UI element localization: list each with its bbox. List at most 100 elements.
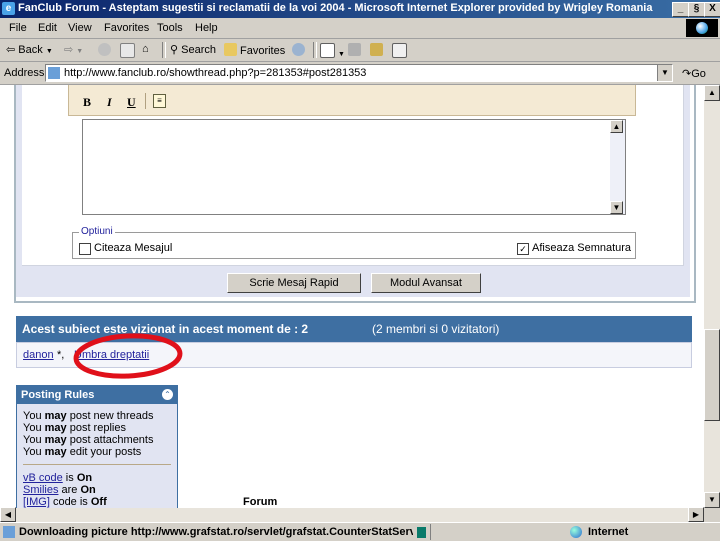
code-setting-line: vB code is On <box>23 472 93 484</box>
stop-icon <box>98 43 111 56</box>
options-fieldset: Optiuni Citeaza Mesajul ✓ Afiseaza Semna… <box>72 226 636 259</box>
quick-reply-button[interactable]: Scrie Mesaj Rapid <box>227 273 361 293</box>
window-title: FanClub Forum - Asteptam sugestii si rec… <box>18 2 653 14</box>
home-icon: ⌂ <box>142 43 149 55</box>
page-content: B I U ≡ ▲ ▼ Optiuni Citeaza Mesajul ✓ Af… <box>0 85 704 508</box>
posting-rules-box: Posting Rules ⌃ You may post new threads… <box>16 385 178 508</box>
address-dropdown-icon[interactable]: ▼ <box>657 65 672 81</box>
annotation-circle <box>73 333 183 379</box>
zone-label: Internet <box>588 526 629 538</box>
address-label: Address <box>4 67 45 79</box>
forward-button[interactable]: ⇨ ▼ <box>64 43 83 56</box>
address-field[interactable]: http://www.fanclub.ro/showthread.php?p=2… <box>45 64 673 82</box>
viewer-link-danon[interactable]: danon <box>23 349 54 361</box>
red-ellipse <box>73 333 183 379</box>
forum-label: Forum <box>243 496 278 508</box>
mail-icon <box>320 43 335 58</box>
signature-checkbox[interactable]: ✓ <box>517 243 529 255</box>
quote-checkbox[interactable] <box>79 243 91 255</box>
go-label: Go <box>691 68 706 80</box>
collapse-icon[interactable]: ⌃ <box>162 389 173 400</box>
forward-arrow-icon: ⇨ <box>64 44 74 56</box>
advanced-mode-button[interactable]: Modul Avansat <box>371 273 481 293</box>
search-button[interactable]: ⚲ Search <box>170 43 216 56</box>
discuss-icon <box>392 43 407 58</box>
chevron-down-icon: ▼ <box>45 48 53 55</box>
history-button[interactable] <box>292 43 308 57</box>
menu-edit[interactable]: Edit <box>38 22 57 34</box>
home-button[interactable]: ⌂ <box>142 43 149 55</box>
horizontal-scrollbar[interactable]: ◀ ▶ <box>0 507 704 522</box>
underline-button[interactable]: U <box>127 95 136 110</box>
ie-throbber-icon <box>686 19 718 37</box>
back-arrow-icon: ⇦ <box>6 44 16 56</box>
menu-bar: File Edit View Favorites Tools Help <box>0 18 720 39</box>
vertical-scrollbar[interactable]: ▲ ▼ <box>704 85 720 508</box>
page-icon <box>48 67 60 79</box>
code-setting-link[interactable]: vB code <box>23 472 63 484</box>
textarea-scroll-down-icon[interactable]: ▼ <box>610 201 623 214</box>
reply-button-row: Scrie Mesaj Rapid Modul Avansat <box>16 269 690 297</box>
posting-rule-line: You may post replies <box>23 422 126 434</box>
quick-reply-panel: B I U ≡ ▲ ▼ Optiuni Citeaza Mesajul ✓ Af… <box>16 85 690 297</box>
toolbar-separator <box>313 42 317 58</box>
options-legend: Optiuni <box>79 226 115 237</box>
scroll-up-icon[interactable]: ▲ <box>704 85 720 101</box>
menu-help[interactable]: Help <box>195 22 218 34</box>
edit-icon <box>370 43 383 56</box>
quote-checkbox-label: Citeaza Mesajul <box>94 242 173 254</box>
history-icon <box>292 43 305 56</box>
scroll-thumb[interactable] <box>704 329 720 421</box>
italic-button[interactable]: I <box>107 95 112 110</box>
close-button[interactable]: X <box>704 2 720 17</box>
posting-rule-line: You may edit your posts <box>23 446 142 458</box>
favorites-label: Favorites <box>240 45 286 57</box>
posting-rules-header[interactable]: Posting Rules ⌃ <box>17 386 177 404</box>
viewer-separator: *, <box>57 349 65 361</box>
internet-zone-icon <box>570 526 582 538</box>
discuss-button[interactable] <box>392 43 410 59</box>
refresh-icon <box>120 43 135 58</box>
edit-button[interactable] <box>370 43 386 57</box>
posting-rule-line: You may post attachments <box>23 434 154 446</box>
status-text: Downloading picture http://www.grafstat.… <box>19 526 413 538</box>
quote-icon[interactable]: ≡ <box>153 94 166 108</box>
scroll-right-icon[interactable]: ▶ <box>688 507 704 522</box>
code-setting-line: [IMG] code is Off <box>23 496 107 508</box>
bold-button[interactable]: B <box>83 95 91 110</box>
address-bar: Address http://www.fanclub.ro/showthread… <box>0 62 720 85</box>
textarea-scrollbar[interactable]: ▲ ▼ <box>610 120 625 214</box>
code-setting-link[interactable]: [IMG] <box>23 496 50 508</box>
address-url[interactable]: http://www.fanclub.ro/showthread.php?p=2… <box>64 67 366 79</box>
mail-button[interactable]: ▼ <box>320 43 345 59</box>
code-setting-link[interactable]: Smilies <box>23 484 58 496</box>
status-bar: Downloading picture http://www.grafstat.… <box>0 522 720 541</box>
menu-tools[interactable]: Tools <box>157 22 183 34</box>
message-textarea[interactable]: ▲ ▼ <box>82 119 626 215</box>
maximize-button[interactable]: § <box>688 2 705 17</box>
viewers-count: (2 membri si 0 vizitatori) <box>372 322 500 336</box>
code-settings-list: vB code is On Smilies are On [IMG] code is… <box>23 472 107 508</box>
menu-view[interactable]: View <box>68 22 92 34</box>
menu-file[interactable]: File <box>9 22 27 34</box>
textarea-scroll-up-icon[interactable]: ▲ <box>610 120 623 133</box>
favorites-button[interactable]: Favorites <box>224 43 285 57</box>
favorites-icon <box>224 43 237 56</box>
minimize-button[interactable]: _ <box>672 2 689 17</box>
window-title-bar[interactable]: e FanClub Forum - Asteptam sugestii si r… <box>0 0 720 18</box>
back-button[interactable]: ⇦ Back ▼ <box>6 43 53 56</box>
scroll-left-icon[interactable]: ◀ <box>0 507 16 522</box>
posting-rules-title: Posting Rules <box>21 389 95 401</box>
editor-toolbar: B I U ≡ <box>68 85 636 116</box>
search-label: Search <box>181 44 216 56</box>
signature-checkbox-label: Afiseaza Semnatura <box>532 242 632 254</box>
toolbar-separator <box>162 42 166 58</box>
stop-button[interactable] <box>98 43 114 57</box>
go-button[interactable]: ↷Go <box>682 67 706 80</box>
scroll-down-icon[interactable]: ▼ <box>704 492 720 508</box>
menu-favorites[interactable]: Favorites <box>104 22 149 34</box>
refresh-button[interactable] <box>120 43 138 59</box>
print-button[interactable] <box>348 43 364 57</box>
print-icon <box>348 43 361 56</box>
standard-toolbar: ⇦ Back ▼ ⇨ ▼ ⌂ ⚲ Search Favorites ▼ <box>0 39 720 62</box>
